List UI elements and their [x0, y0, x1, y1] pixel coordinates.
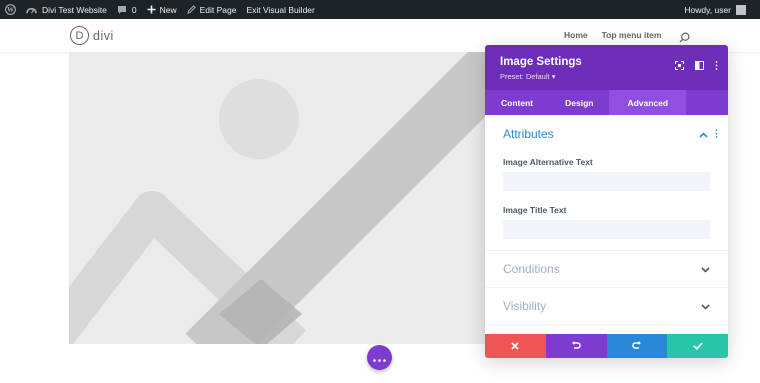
alt-text-input[interactable] [503, 172, 710, 191]
section-more-icon[interactable] [715, 125, 718, 143]
close-icon [511, 337, 520, 355]
plus-icon [147, 5, 156, 14]
panel-header-icons [664, 57, 718, 75]
tab-content[interactable]: Content [485, 90, 549, 115]
conditions-section-header[interactable]: Conditions [485, 251, 728, 288]
site-name: Divi Test Website [42, 4, 107, 15]
attributes-section-header[interactable]: Attributes [503, 125, 718, 143]
new-content-menu[interactable]: New [142, 0, 182, 19]
title-text-input[interactable] [503, 220, 710, 239]
tab-design[interactable]: Design [549, 90, 609, 115]
conditions-title: Conditions [503, 262, 560, 276]
cancel-button[interactable] [485, 334, 546, 358]
more-vertical-icon[interactable] [715, 57, 718, 75]
edit-page-link[interactable]: Edit Page [182, 0, 242, 19]
chevron-down-icon [701, 297, 710, 315]
new-label: New [159, 4, 177, 15]
dashboard-icon [26, 5, 37, 15]
greeting: Howdy, user [684, 4, 731, 15]
undo-button[interactable] [545, 334, 607, 358]
panel-tabs: Content Design Advanced [485, 90, 728, 115]
attributes-title: Attributes [503, 127, 554, 141]
edit-page-label: Edit Page [199, 4, 237, 15]
wordpress-logo-icon: W [5, 4, 16, 15]
comment-icon [117, 5, 127, 15]
attributes-section: Attributes Image Alternative Text Image … [485, 115, 728, 251]
undo-icon [571, 337, 581, 355]
panel-footer [485, 334, 728, 358]
title-text-label: Image Title Text [503, 205, 567, 215]
exit-label: Exit Visual Builder [246, 4, 315, 15]
chevron-up-icon[interactable] [699, 125, 708, 143]
check-icon [692, 337, 703, 355]
logo-mark: D [70, 26, 89, 45]
placeholder-graphic [69, 52, 505, 344]
nav-item-home[interactable]: Home [564, 30, 588, 40]
account-menu[interactable]: Howdy, user [679, 0, 760, 19]
pencil-icon [186, 5, 196, 14]
svg-text:W: W [7, 7, 14, 14]
admin-bar: W Divi Test Website 0 New Edit Page Exit… [0, 0, 760, 19]
more-options-button[interactable] [367, 345, 392, 370]
visibility-section-header[interactable]: Visibility [485, 288, 728, 325]
image-settings-panel: Image Settings Preset: Default ▾ Content… [485, 45, 728, 358]
split-view-icon[interactable] [695, 57, 704, 75]
redo-icon [632, 337, 642, 355]
visibility-title: Visibility [503, 299, 547, 313]
tab-advanced[interactable]: Advanced [609, 90, 687, 115]
wp-menu[interactable]: W [0, 0, 21, 19]
site-name-menu[interactable]: Divi Test Website [21, 0, 112, 19]
save-button[interactable] [667, 334, 728, 358]
logo-text: divi [93, 28, 114, 43]
exit-visual-builder-link[interactable]: Exit Visual Builder [242, 0, 320, 19]
redo-button[interactable] [606, 334, 668, 358]
alt-text-label: Image Alternative Text [503, 157, 593, 167]
image-placeholder[interactable] [69, 52, 505, 344]
comments-count: 0 [131, 4, 137, 15]
focus-icon[interactable] [675, 57, 684, 75]
site-logo[interactable]: D divi [70, 26, 114, 45]
more-horizontal-icon [373, 349, 386, 367]
panel-header[interactable]: Image Settings Preset: Default ▾ [485, 45, 728, 90]
comments-menu[interactable]: 0 [112, 0, 142, 19]
nav-item-top-menu-item[interactable]: Top menu item [602, 30, 662, 40]
avatar [736, 4, 746, 15]
main-nav: Home Top menu item [564, 30, 675, 40]
chevron-down-icon [701, 260, 710, 278]
